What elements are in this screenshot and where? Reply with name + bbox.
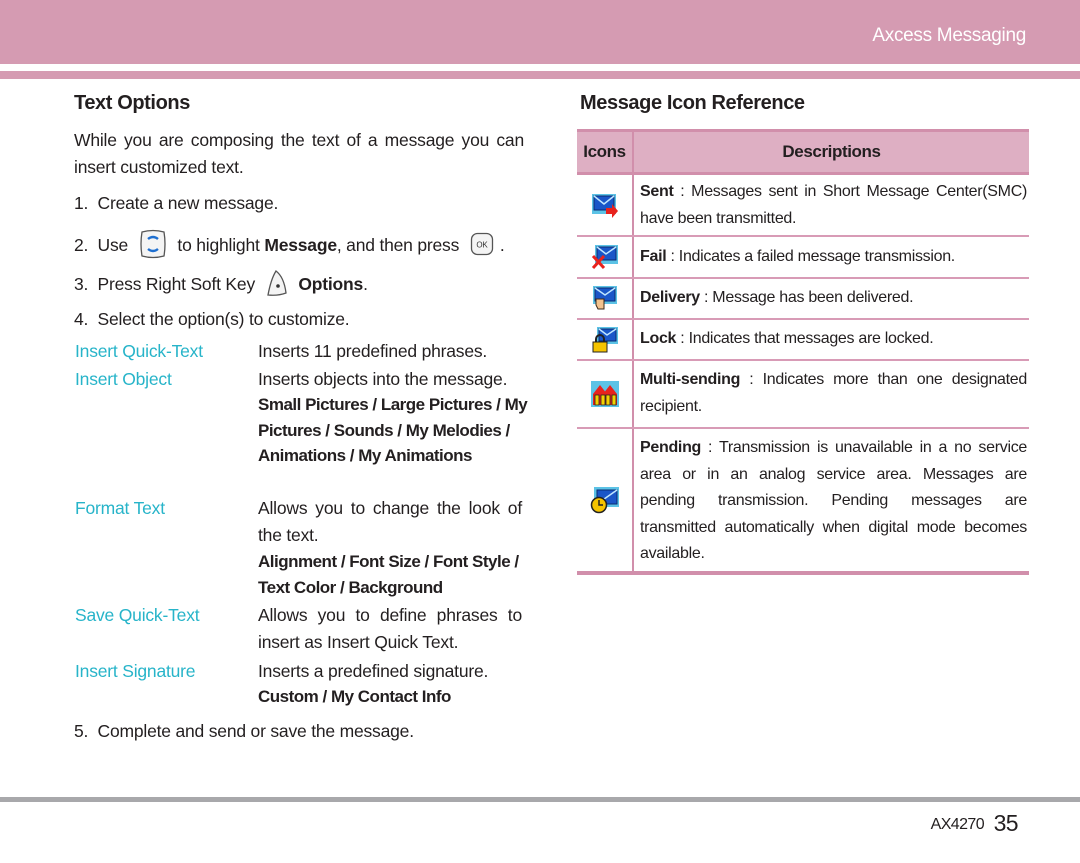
option-insert-quick-text: Insert Quick-Text — [75, 341, 203, 361]
column-divider — [632, 429, 634, 571]
step-number: 5. — [74, 721, 89, 741]
row-description: Multi-sending : Indicates more than one … — [640, 361, 1027, 420]
icon-name: Sent — [640, 183, 674, 200]
icon-name: Multi-sending — [640, 371, 741, 388]
row-description: Lock : Indicates that messages are locke… — [640, 320, 1027, 353]
table-row: Fail : Indicates a failed message transm… — [577, 237, 1029, 279]
step-number: 1. — [74, 193, 89, 213]
pending-icon — [577, 429, 632, 571]
column-divider — [632, 175, 634, 235]
row-description: Pending : Transmission is unavailable in… — [640, 429, 1027, 568]
icon-description: : Messages sent in Short Message Center(… — [640, 183, 1027, 227]
text-options-heading: Text Options — [74, 92, 190, 114]
option-insert-signature: Insert Signature — [75, 661, 196, 681]
table-row: Multi-sending : Indicates more than one … — [577, 361, 1029, 429]
step-text: Select the option(s) to customize. — [97, 309, 350, 329]
icon-description: : Transmission is unavailable in a no se… — [640, 439, 1027, 562]
table-row: Delivery : Message has been delivered. — [577, 279, 1029, 320]
option-insert-object: Insert Object — [75, 369, 172, 389]
step-5: 5. Complete and send or save the message… — [74, 721, 414, 742]
step-1: 1. Create a new message. — [74, 193, 278, 214]
step-text: Press Right Soft Key — [97, 274, 256, 295]
ok-key-icon: OK — [470, 232, 494, 261]
row-description: Sent : Messages sent in Short Message Ce… — [640, 175, 1027, 232]
option-description: Inserts 11 predefined phrases. — [258, 341, 488, 361]
step-text: . — [499, 235, 505, 256]
icon-name: Fail — [640, 248, 667, 265]
table-row: Lock : Indicates that messages are locke… — [577, 320, 1029, 361]
option-description: Inserts a predefined signature. — [258, 661, 489, 681]
column-divider — [632, 279, 634, 318]
model-number: AX4270 — [930, 816, 985, 833]
step-text: , and then press — [336, 235, 460, 256]
navigation-key-icon — [139, 229, 167, 264]
option-description: Allows you to define phrases to insert a… — [258, 605, 522, 652]
column-divider — [632, 320, 634, 359]
column-divider — [632, 237, 634, 277]
table-bottom-rule — [577, 571, 1029, 575]
icon-reference-heading: Message Icon Reference — [580, 92, 805, 114]
step-text: . — [363, 274, 368, 295]
table-header: Icons Descriptions — [577, 129, 1029, 175]
option-submenu: Small Pictures / Large Pictures / My Pic… — [258, 395, 528, 465]
table-row: Pending : Transmission is unavailable in… — [577, 429, 1029, 571]
step-number: 3. — [74, 274, 89, 295]
section-title: Axcess Messaging — [872, 25, 1026, 46]
option-description: Allows you to change the look of the tex… — [258, 498, 522, 545]
right-soft-key-icon — [266, 269, 288, 302]
step-text: Use — [97, 235, 129, 256]
sent-icon — [577, 175, 632, 235]
menu-name-message: Message — [264, 235, 337, 256]
column-divider — [632, 361, 634, 427]
lock-icon — [577, 320, 632, 359]
option-description: Inserts objects into the message. — [258, 369, 508, 389]
icon-description: : Message has been delivered. — [699, 289, 914, 306]
header-stripe — [0, 71, 1080, 79]
step-text: Complete and send or save the message. — [97, 721, 415, 741]
menu-name-options: Options — [298, 274, 364, 295]
step-text: to highlight — [177, 235, 260, 256]
table-row: Sent : Messages sent in Short Message Ce… — [577, 175, 1029, 237]
icon-description: : Indicates that messages are locked. — [676, 330, 934, 347]
multi-sending-icon — [577, 361, 632, 427]
icon-name: Lock — [640, 330, 677, 347]
step-number: 4. — [74, 309, 89, 329]
row-description: Fail : Indicates a failed message transm… — [640, 237, 1027, 271]
delivery-icon — [577, 279, 632, 318]
icon-reference-table: Icons Descriptions Sent : Messages sent … — [577, 129, 1029, 575]
intro-paragraph: While you are composing the text of a me… — [74, 130, 524, 177]
icon-name: Delivery — [640, 289, 700, 306]
page-number: 35 — [993, 810, 1019, 836]
footer-rule — [0, 797, 1080, 802]
svg-text:OK: OK — [476, 241, 488, 250]
step-3: 3. Press Right Soft Key Options. — [74, 269, 368, 302]
step-2: 2. Use to highlight Message, and then pr… — [74, 229, 505, 264]
option-submenu: Custom / My Contact Info — [258, 687, 451, 706]
column-header-descriptions: Descriptions — [782, 142, 881, 161]
fail-icon — [577, 237, 632, 277]
page-header-band: Axcess Messaging — [0, 0, 1080, 64]
option-format-text: Format Text — [75, 498, 165, 518]
row-description: Delivery : Message has been delivered. — [640, 279, 1027, 312]
step-number: 2. — [74, 235, 89, 256]
icon-description: : Indicates a failed message transmissio… — [666, 248, 956, 265]
icon-name: Pending — [640, 439, 702, 456]
column-header-icons: Icons — [583, 142, 626, 161]
step-text: Create a new message. — [97, 193, 279, 213]
step-4: 4. Select the option(s) to customize. — [74, 309, 350, 330]
option-save-quick-text: Save Quick-Text — [75, 605, 200, 625]
option-submenu: Alignment / Font Size / Font Style / Tex… — [258, 552, 519, 597]
